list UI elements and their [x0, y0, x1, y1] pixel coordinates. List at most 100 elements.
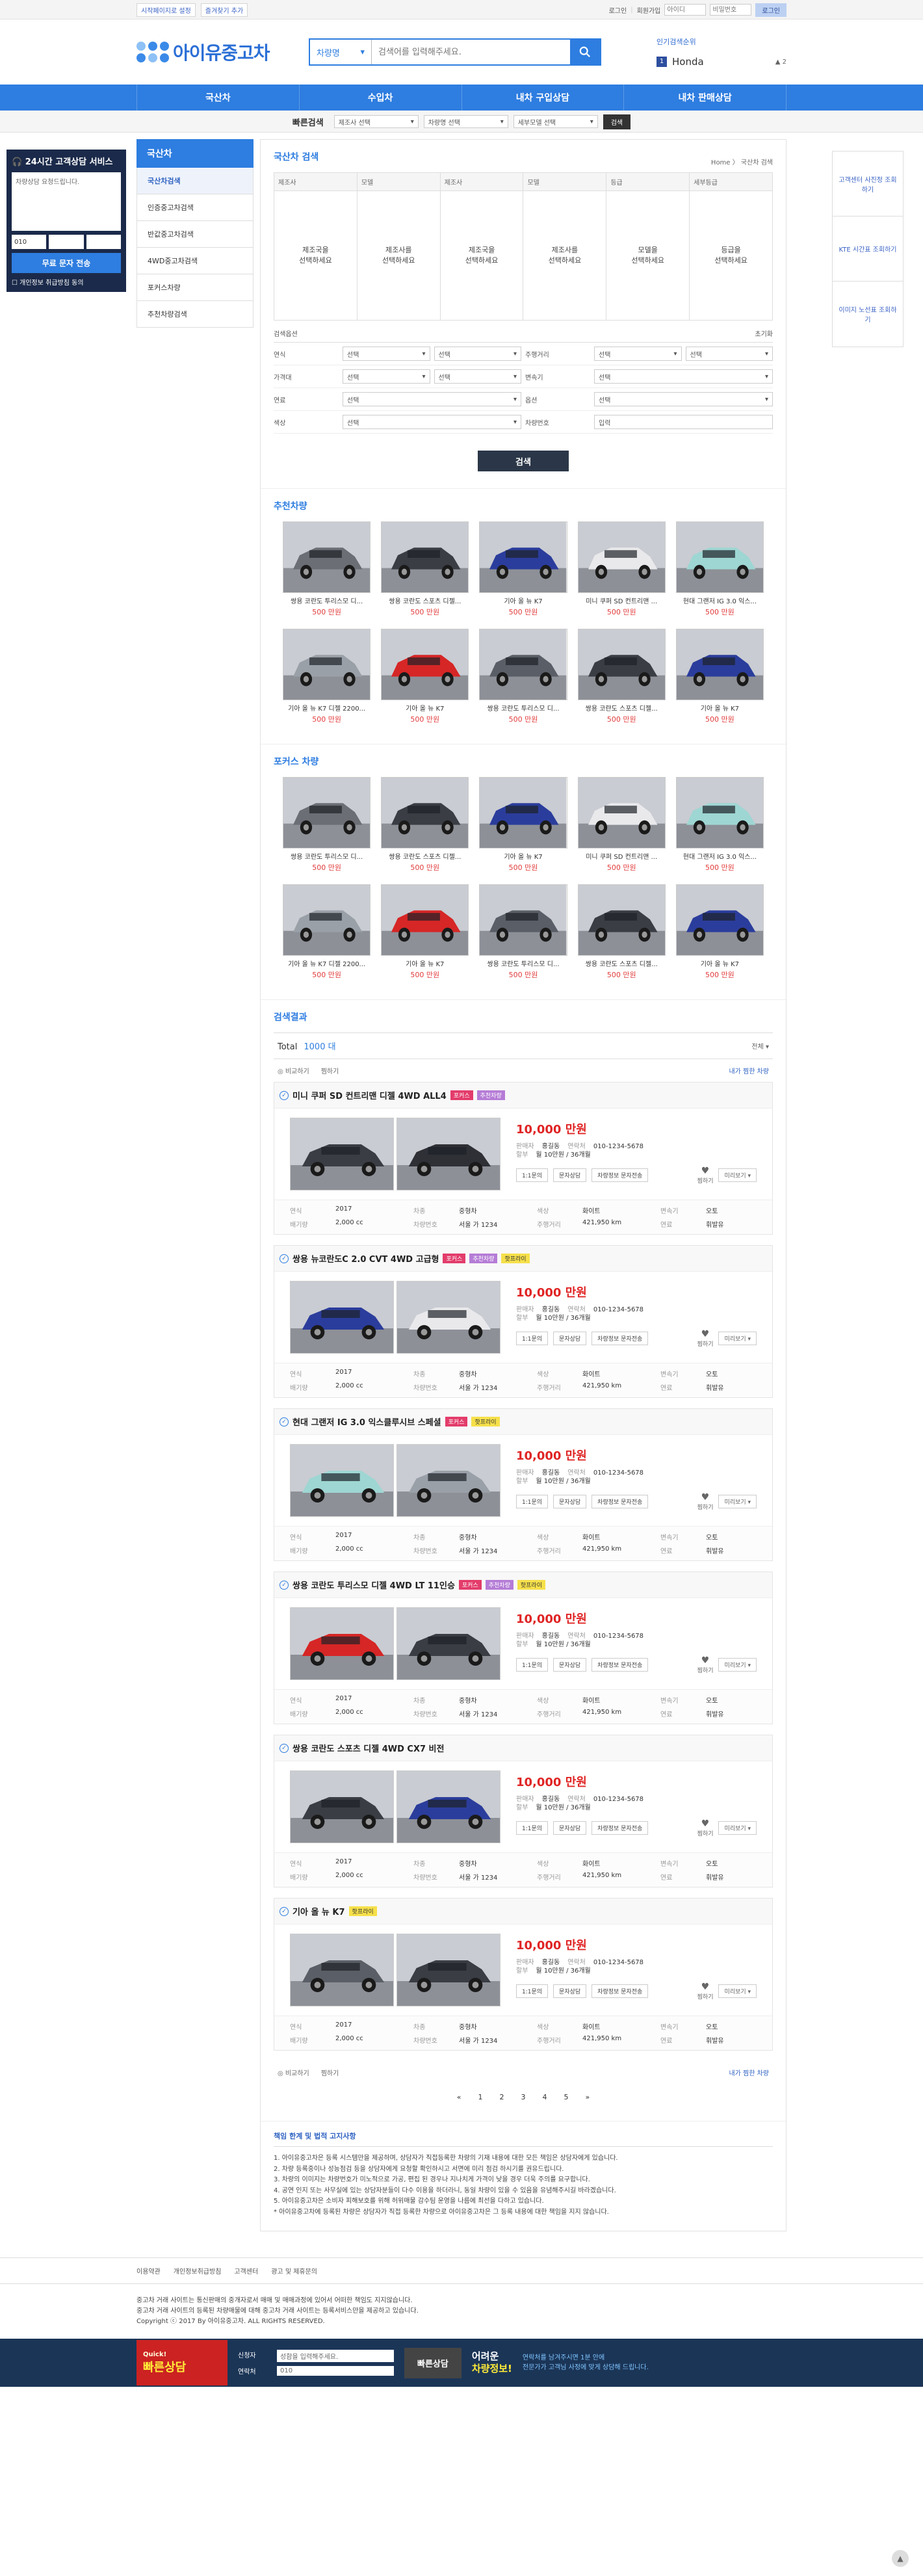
car-thumbnail[interactable]: [577, 629, 666, 700]
inquiry-button[interactable]: 1:1문의: [516, 1821, 549, 1835]
car-card[interactable]: 기아 올 뉴 K7 500 만원: [675, 629, 764, 724]
wishlist-heart[interactable]: ♥ 찜하기: [697, 1655, 714, 1674]
footer-link[interactable]: 고객센터: [234, 2266, 258, 2276]
preview-button[interactable]: 미리보기 ▾: [718, 1984, 757, 1998]
result-photo[interactable]: [396, 1607, 500, 1680]
car-thumbnail[interactable]: [283, 521, 371, 593]
option-select[interactable]: 선택 ▾: [434, 369, 521, 384]
filter-options[interactable]: 모델을 선택하세요: [606, 191, 689, 320]
car-thumbnail[interactable]: [577, 884, 666, 956]
top-link[interactable]: 시작페이지로 설정: [136, 3, 196, 17]
wishlist-heart[interactable]: ♥ 찜하기: [697, 1982, 714, 2001]
inquiry-button[interactable]: 1:1문의: [516, 1658, 549, 1672]
car-thumbnail[interactable]: [479, 777, 567, 848]
send-info-button[interactable]: 차량정보 문자전송: [592, 1821, 649, 1835]
send-info-button[interactable]: 차량정보 문자전송: [592, 1332, 649, 1345]
car-card[interactable]: 쌍용 코란도 투리스모 디... 500 만원: [479, 629, 567, 724]
result-photo[interactable]: [396, 1281, 500, 1354]
result-photo[interactable]: [290, 1934, 394, 2006]
cs-message-textarea[interactable]: 차량상담 요청드립니다.: [12, 172, 121, 231]
car-card[interactable]: 현대 그랜저 IG 3.0 익스... 500 만원: [675, 521, 764, 617]
nav-item[interactable]: 내차 판매상담: [624, 85, 786, 111]
wishlist-button[interactable]: 찜하기: [321, 2068, 339, 2077]
signup-link[interactable]: 회원가입: [637, 5, 661, 15]
car-thumbnail[interactable]: [479, 521, 567, 593]
banner-name-input[interactable]: 성함을 입력해주세요.: [277, 2350, 394, 2362]
sidebar-item[interactable]: 인증중고차검색: [136, 194, 254, 221]
select-checkbox[interactable]: ✓: [280, 1580, 289, 1590]
car-thumbnail[interactable]: [283, 884, 371, 956]
send-info-button[interactable]: 차량정보 문자전송: [592, 1168, 649, 1182]
send-info-button[interactable]: 차량정보 문자전송: [592, 1495, 649, 1508]
car-thumbnail[interactable]: [381, 521, 469, 593]
option-select[interactable]: 선택 ▾: [343, 347, 430, 361]
car-card[interactable]: 기아 올 뉴 K7 500 만원: [381, 629, 469, 724]
result-car-name[interactable]: 미니 쿠퍼 SD 컨트리맨 디젤 4WD ALL4: [292, 1089, 447, 1101]
inquiry-button[interactable]: 1:1문의: [516, 1495, 549, 1508]
result-car-name[interactable]: 쌍용 코란도 투리스모 디젤 4WD LT 11인승: [292, 1579, 455, 1591]
page-link[interactable]: »: [586, 2093, 590, 2101]
option-select[interactable]: 선택 ▾: [343, 392, 521, 406]
compare-button[interactable]: ◎ 비교하기: [278, 1066, 309, 1075]
car-thumbnail[interactable]: [283, 629, 371, 700]
option-select[interactable]: 선택 ▾: [594, 369, 773, 384]
car-thumbnail[interactable]: [381, 777, 469, 848]
car-card[interactable]: 미니 쿠퍼 SD 컨트리맨 ... 500 만원: [577, 521, 666, 617]
sms-consult-button[interactable]: 문자상담: [553, 1168, 587, 1182]
option-select[interactable]: 선택 ▾: [685, 347, 773, 361]
footer-link[interactable]: 광고 및 제휴문의: [271, 2266, 317, 2276]
sms-consult-button[interactable]: 문자상담: [553, 1984, 587, 1998]
send-info-button[interactable]: 차량정보 문자전송: [592, 1658, 649, 1672]
page-link[interactable]: 1: [478, 2093, 483, 2101]
preview-button[interactable]: 미리보기 ▾: [718, 1821, 757, 1835]
car-card[interactable]: 쌍용 코란도 스포츠 디젤... 500 만원: [577, 884, 666, 980]
right-quick-link[interactable]: 고객센터 사진정 조회하기: [833, 151, 903, 217]
select-checkbox[interactable]: ✓: [280, 1417, 289, 1426]
car-card[interactable]: 기아 올 뉴 K7 디젤 2200... 500 만원: [283, 884, 371, 980]
preview-button[interactable]: 미리보기 ▾: [718, 1332, 757, 1345]
select-checkbox[interactable]: ✓: [280, 1254, 289, 1263]
result-photo[interactable]: [290, 1770, 394, 1843]
inquiry-button[interactable]: 1:1문의: [516, 1332, 549, 1345]
result-photo[interactable]: [290, 1118, 394, 1190]
result-photo[interactable]: [290, 1444, 394, 1517]
filter-options[interactable]: 제조사를 선택하세요: [358, 191, 440, 320]
nav-item[interactable]: 내차 구입상담: [462, 85, 625, 111]
right-quick-link[interactable]: 이미지 노선표 조회하기: [833, 282, 903, 347]
wishlist-button[interactable]: 찜하기: [321, 1066, 339, 1075]
search-category-select[interactable]: 차량명 ▾: [310, 40, 372, 64]
car-thumbnail[interactable]: [577, 777, 666, 848]
car-card[interactable]: 쌍용 코란도 투리스모 디... 500 만원: [479, 884, 567, 980]
my-wishlist-link[interactable]: 내가 찜한 차량: [729, 1066, 769, 1075]
result-photo[interactable]: [396, 1444, 500, 1517]
car-card[interactable]: 기아 올 뉴 K7 500 만원: [675, 884, 764, 980]
result-car-name[interactable]: 현대 그랜저 IG 3.0 익스클루시브 스페셜: [292, 1415, 441, 1428]
sidebar-item[interactable]: 국산차검색: [136, 168, 254, 194]
result-photo[interactable]: [396, 1770, 500, 1843]
nav-item[interactable]: 수입차: [300, 85, 462, 111]
car-thumbnail[interactable]: [675, 629, 764, 700]
preview-button[interactable]: 미리보기 ▾: [718, 1658, 757, 1672]
quick-select[interactable]: 세부모델 선택 ▾: [513, 115, 598, 128]
car-card[interactable]: 현대 그랜저 IG 3.0 익스... 500 만원: [675, 777, 764, 873]
car-thumbnail[interactable]: [479, 884, 567, 956]
car-card[interactable]: 기아 올 뉴 K7 500 만원: [479, 521, 567, 617]
page-link[interactable]: 2: [500, 2093, 504, 2101]
sidebar-item[interactable]: 반값중고차검색: [136, 221, 254, 248]
quick-search-button[interactable]: 검색: [603, 114, 631, 129]
site-logo[interactable]: 아이유중고차: [136, 39, 309, 65]
nav-item[interactable]: 국산차: [136, 85, 300, 111]
result-car-name[interactable]: 기아 올 뉴 K7: [292, 1905, 345, 1917]
results-sort-select[interactable]: 전체 ▾: [751, 1041, 769, 1051]
free-sms-send-button[interactable]: 무료 문자 전송: [12, 253, 121, 273]
sms-consult-button[interactable]: 문자상담: [553, 1821, 587, 1835]
car-thumbnail[interactable]: [675, 521, 764, 593]
top-link[interactable]: 즐겨찾기 추가: [200, 3, 248, 17]
login-link[interactable]: 로그인: [609, 5, 627, 15]
car-thumbnail[interactable]: [675, 884, 764, 956]
car-card[interactable]: 쌍용 코란도 스포츠 디젤... 500 만원: [381, 521, 469, 617]
scroll-top-button[interactable]: ▲: [892, 2550, 909, 2567]
page-link[interactable]: 3: [521, 2093, 526, 2101]
banner-phone-input[interactable]: 010: [277, 2366, 394, 2376]
option-select[interactable]: 선택 ▾: [594, 392, 773, 406]
